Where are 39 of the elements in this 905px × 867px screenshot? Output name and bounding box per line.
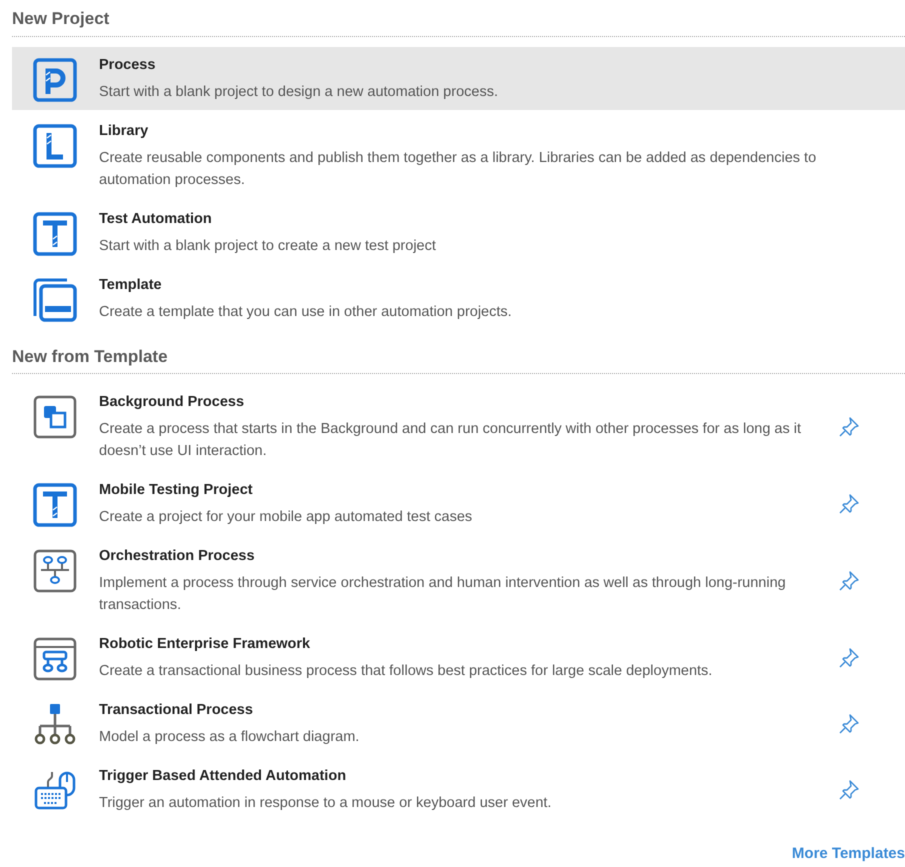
project-type-item[interactable]: Test Automation Start with a blank project to create a new test project xyxy=(12,200,905,264)
item-description: Create a transactional business process that follows best practices for large scale deployments. xyxy=(99,662,714,681)
item-title: Orchestration Process xyxy=(99,547,256,566)
section-heading: New from Template xyxy=(12,344,905,374)
project-type-item[interactable]: Transactional Process Model a process as a flowchart diagram. xyxy=(12,692,905,755)
project-type-item[interactable]: Library Create reusable components and publish them together as a library. Libraries can be added as dependencies to automation processes. xyxy=(12,112,905,198)
item-description: Create a project for your mobile app automated test cases xyxy=(99,508,474,527)
project-type-item[interactable]: Background Process Create a process that starts in the Background and can run concurrently with other processes for as long as it doesn’t use UI interaction. xyxy=(12,384,905,469)
pin-icon[interactable] xyxy=(838,646,860,668)
item-description: Start with a blank project to design a new automation process. xyxy=(99,82,499,102)
pin-icon[interactable] xyxy=(838,416,860,438)
item-title: Background Process xyxy=(99,393,246,412)
item-title: Mobile Testing Project xyxy=(99,481,254,500)
project-type-item[interactable]: Mobile Testing Project Create a project for your mobile app automated test cases xyxy=(12,472,905,535)
project-type-item[interactable]: Robotic Enterprise Framework Create a transactional business process that follows best practices for large scale deployments. xyxy=(12,626,905,689)
item-title: Process xyxy=(99,56,156,74)
project-type-item[interactable]: Template Create a template that you can use in other automation projects. xyxy=(12,266,905,330)
item-description: Create reusable components and publish them together as a library. Libraries can be added as dependencies to automation processes. xyxy=(99,148,818,190)
item-description: Create a process that starts in the Background and can run concurrently with other processes for as long as it doesn’t use UI interaction. xyxy=(99,420,802,461)
pin-icon[interactable] xyxy=(838,778,860,800)
project-type-item[interactable]: Process Start with a blank project to design a new automation process. xyxy=(12,46,905,110)
pin-icon[interactable] xyxy=(838,570,860,592)
item-description: Start with a blank project to create a new test project xyxy=(99,236,437,256)
pin-icon[interactable] xyxy=(838,712,860,734)
item-description: Trigger an automation in response to a mouse or keyboard user event. xyxy=(99,794,552,813)
item-title: Test Automation xyxy=(99,210,213,228)
item-description: Implement a process through service orchestration and human intervention as well as through long-running transactions. xyxy=(99,574,787,615)
item-title: Trigger Based Attended Automation xyxy=(99,767,348,786)
item-description: Create a template that you can use in other automation projects. xyxy=(99,302,513,322)
item-title: Template xyxy=(99,276,163,294)
section-heading: New Project xyxy=(12,6,905,36)
item-description: Model a process as a flowchart diagram. xyxy=(99,728,360,747)
item-title: Transactional Process xyxy=(99,701,254,720)
item-title: Robotic Enterprise Framework xyxy=(99,635,312,654)
item-title: Library xyxy=(99,122,150,140)
project-type-item[interactable]: Orchestration Process Implement a process through service orchestration and human intervention as well as through long-running transactions. xyxy=(12,538,905,623)
more-templates-link[interactable]: More Templates xyxy=(792,842,905,865)
pin-icon[interactable] xyxy=(838,492,860,514)
project-type-item[interactable]: Trigger Based Attended Automation Trigger an automation in response to a mouse or keyboard user event. xyxy=(12,758,905,821)
